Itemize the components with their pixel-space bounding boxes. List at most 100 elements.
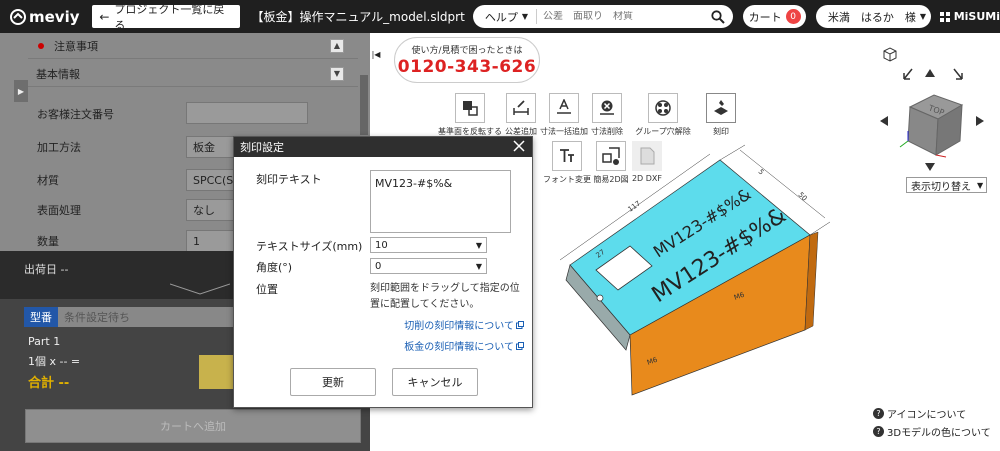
rotate-right-icon[interactable] bbox=[953, 68, 963, 80]
dim-label: 117 bbox=[627, 199, 643, 213]
user-label: 米満 はるか 様 bbox=[827, 10, 916, 24]
search-bar: ヘルプ ▼ bbox=[472, 5, 734, 28]
close-icon[interactable] bbox=[512, 139, 526, 153]
tool-label: グループ穴解除 bbox=[635, 127, 691, 136]
contact-phone: 0120-343-626 bbox=[397, 57, 537, 77]
engrave-tool[interactable]: 刻印 bbox=[688, 93, 754, 137]
chevron-down-icon[interactable]: ▼ bbox=[330, 66, 344, 81]
engrave-text-label: 刻印テキスト bbox=[256, 173, 322, 186]
cube-small-icon[interactable] bbox=[883, 47, 897, 62]
color-help-link[interactable]: ? 3Dモデルの色について bbox=[873, 422, 991, 440]
ungroup-holes-tool[interactable]: グループ穴解除 bbox=[630, 93, 696, 137]
quantity-line: 1個 x -- = bbox=[28, 355, 81, 368]
sheetmetal-engrave-info-link[interactable]: 板金の刻印情報について bbox=[404, 338, 524, 353]
contact-text: 使い方/見積で困ったときは bbox=[411, 46, 523, 56]
quantity-label: 数量 bbox=[37, 235, 59, 248]
back-label: プロジェクト一覧に戻る bbox=[114, 2, 225, 32]
text-size-label: テキストサイズ(mm) bbox=[256, 240, 363, 253]
process-label: 加工方法 bbox=[37, 141, 81, 154]
search-input[interactable] bbox=[537, 11, 712, 22]
basic-info-section[interactable]: 基本情報 ▼ bbox=[28, 61, 358, 87]
meviy-logo[interactable]: meviy bbox=[10, 8, 88, 26]
contact-badge[interactable]: 使い方/見積で困ったときは 0120-343-626 bbox=[394, 37, 540, 83]
engrave-icon bbox=[706, 93, 736, 123]
help-icon: ? bbox=[873, 425, 884, 437]
angle-label: 角度(°) bbox=[256, 261, 293, 274]
rotate-left-icon[interactable] bbox=[903, 68, 913, 80]
meviy-logo-icon bbox=[10, 8, 26, 25]
surface-label: 表面処理 bbox=[37, 204, 81, 217]
material-label: 材質 bbox=[37, 174, 59, 187]
arrow-right-icon[interactable] bbox=[976, 116, 984, 126]
update-button[interactable]: 更新 bbox=[290, 368, 376, 396]
model-number-row: 型番 条件設定待ち bbox=[24, 307, 239, 327]
quote-button[interactable] bbox=[199, 355, 233, 389]
search-icon[interactable] bbox=[711, 9, 725, 24]
collapse-panel-toggle[interactable]: |◀ bbox=[370, 45, 382, 63]
delete-dimension-icon bbox=[592, 93, 622, 123]
help-dropdown[interactable]: ヘルプ ▼ bbox=[473, 9, 537, 24]
help-label: ヘルプ bbox=[484, 10, 518, 24]
ship-date-label: 出荷日 -- bbox=[24, 263, 69, 276]
help-links: ? アイコンについて ? 3Dモデルの色について bbox=[873, 404, 991, 440]
file-title: 【板金】操作マニュアル_model.sldprt bbox=[251, 10, 465, 24]
dialog-header: 刻印設定 bbox=[234, 137, 532, 157]
alert-dot-icon bbox=[38, 42, 44, 49]
arrow-left-icon[interactable] bbox=[880, 116, 888, 126]
misumi-logo[interactable]: MiSUMi bbox=[939, 10, 1000, 23]
basic-info-label: 基本情報 bbox=[36, 67, 80, 81]
notice-section[interactable]: 注意事項 ▲ bbox=[28, 33, 358, 59]
total-price: 合計 -- bbox=[28, 376, 70, 391]
cart-label: カート bbox=[748, 10, 782, 24]
model-value: 条件設定待ち bbox=[58, 307, 239, 327]
engrave-text-input[interactable]: MV123-#$%& bbox=[370, 170, 511, 233]
dim-label: 50 bbox=[797, 191, 809, 203]
cart-count-badge: 0 bbox=[785, 9, 801, 24]
icon-help-link[interactable]: ? アイコンについて bbox=[873, 404, 991, 422]
cutting-engrave-info-link[interactable]: 切削の刻印情報について bbox=[404, 317, 524, 332]
3d-model-view[interactable]: 117 27 50 5 MV123-#$%& MV123-#$%& M6 M6 bbox=[540, 140, 870, 400]
chevron-down-icon: ▼ bbox=[521, 12, 528, 21]
chevron-down-icon[interactable] bbox=[170, 282, 230, 296]
notice-label: 注意事項 bbox=[54, 39, 98, 53]
dialog-title: 刻印設定 bbox=[240, 141, 284, 154]
quantity-select[interactable]: 1 bbox=[186, 230, 236, 252]
surface-select[interactable]: なし bbox=[186, 199, 236, 221]
misumi-text: MiSUMi bbox=[953, 10, 1000, 23]
cancel-button[interactable]: キャンセル bbox=[392, 368, 478, 396]
view-cube[interactable]: TOP bbox=[870, 45, 995, 175]
user-menu[interactable]: 米満 はるか 様 ▼ bbox=[815, 5, 931, 28]
chevron-down-icon: ▼ bbox=[475, 261, 482, 271]
display-toggle-label: 表示切り替え bbox=[911, 181, 971, 193]
material-select[interactable]: SPCC(SP bbox=[186, 169, 236, 191]
order-number-label: お客様注文番号 bbox=[37, 108, 114, 121]
arrow-down-icon[interactable] bbox=[925, 163, 935, 171]
engrave-settings-dialog: 刻印設定 刻印テキスト MV123-#$%& テキストサイズ(mm) 10 ▼ … bbox=[233, 136, 533, 408]
help-icon: ? bbox=[873, 407, 884, 419]
model-tag: 型番 bbox=[24, 307, 58, 327]
flip-face-icon bbox=[455, 93, 485, 123]
misumi-logo-icon bbox=[939, 11, 950, 22]
panel-scrollbar[interactable] bbox=[360, 75, 368, 135]
cart-button[interactable]: カート 0 bbox=[743, 5, 806, 28]
logo-text: meviy bbox=[29, 7, 80, 26]
add-to-cart-button[interactable]: カートへ追加 bbox=[25, 409, 361, 443]
part-name: Part 1 bbox=[28, 335, 61, 348]
angle-select[interactable]: 0 ▼ bbox=[370, 258, 487, 274]
arrow-up-icon[interactable] bbox=[925, 69, 935, 77]
process-select[interactable]: 板金 bbox=[186, 136, 236, 158]
top-bar: meviy ← プロジェクト一覧に戻る 【板金】操作マニュアル_model.sl… bbox=[0, 0, 1000, 33]
chevron-down-icon: ▼ bbox=[977, 180, 984, 190]
external-link-icon bbox=[516, 320, 524, 329]
link-label: 切削の刻印情報について bbox=[404, 321, 514, 332]
external-link-icon bbox=[516, 341, 524, 350]
chevron-up-icon[interactable]: ▲ bbox=[330, 38, 344, 53]
text-size-select[interactable]: 10 ▼ bbox=[370, 237, 487, 253]
chevron-down-icon: ▼ bbox=[475, 240, 482, 250]
order-number-input[interactable] bbox=[186, 102, 308, 124]
collapse-left-button[interactable]: ▶ bbox=[14, 80, 28, 102]
angle-value: 0 bbox=[375, 260, 382, 272]
display-toggle-select[interactable]: 表示切り替え ▼ bbox=[906, 177, 987, 193]
tool-label: 刻印 bbox=[713, 127, 729, 136]
back-to-projects-button[interactable]: ← プロジェクト一覧に戻る bbox=[92, 3, 240, 32]
